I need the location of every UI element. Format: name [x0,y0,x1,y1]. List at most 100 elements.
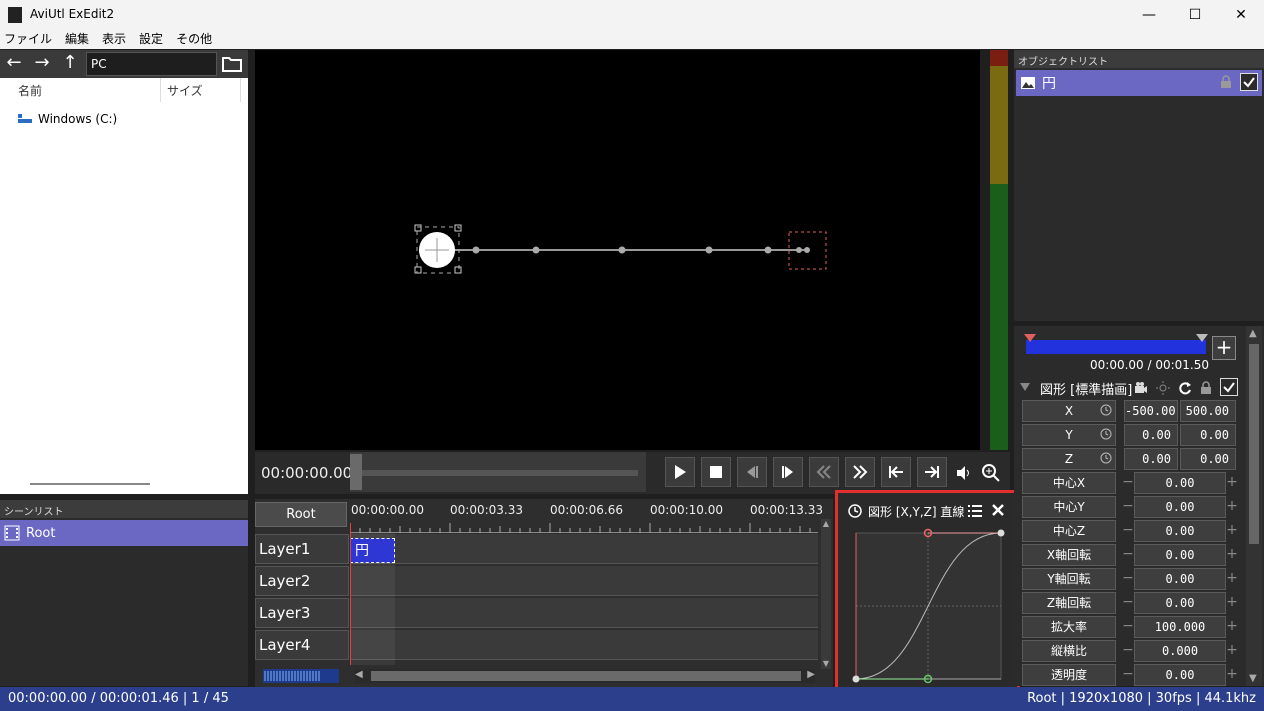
menu-file[interactable]: ファイル [4,30,52,49]
next-frame-button[interactable] [773,457,803,487]
go-to-end-button[interactable] [917,457,947,487]
menu-other[interactable]: その他 [176,30,212,49]
layer-lane-4[interactable] [350,630,818,660]
enable-checkbox[interactable] [1220,378,1238,396]
horizontal-scrollbar[interactable]: ◀ ▶ [355,669,815,683]
prop-z-rotation-label[interactable]: Z軸回転 [1022,592,1116,614]
minus-icon[interactable]: − [1122,472,1134,494]
address-field[interactable]: PC [86,52,217,76]
camera-icon[interactable] [1134,381,1148,395]
lock-icon[interactable] [1220,75,1232,89]
layer-header-2[interactable]: Layer2 [255,566,349,596]
prop-center-y-value[interactable]: 0.00 [1134,496,1226,518]
time-ruler[interactable] [350,523,818,533]
plus-icon[interactable]: + [1226,520,1238,542]
layer-lane-3[interactable] [350,598,818,628]
prop-center-z-value[interactable]: 0.00 [1134,520,1226,542]
minus-icon[interactable]: − [1122,544,1134,566]
plus-icon[interactable]: + [1226,568,1238,590]
light-icon[interactable] [1156,381,1170,395]
prop-z-rotation-value[interactable]: 0.00 [1134,592,1226,614]
chevron-down-icon[interactable] [1020,382,1030,392]
seek-track[interactable] [350,452,646,492]
layer-header-3[interactable]: Layer3 [255,598,349,628]
clock-icon[interactable] [1100,404,1112,416]
prev-frame-button[interactable] [737,457,767,487]
up-arrow-icon[interactable]: ↑ [58,52,82,76]
plus-icon[interactable]: + [1226,472,1238,494]
prop-aspect-value[interactable]: 0.000 [1134,640,1226,662]
loop-icon[interactable] [1178,381,1192,395]
column-header-name[interactable]: 名前 [18,82,42,99]
horizontal-scrollbar[interactable] [30,483,150,485]
minus-icon[interactable]: − [1122,664,1134,686]
vertical-scrollbar[interactable]: ▲ ▼ [821,519,831,669]
prop-center-y-label[interactable]: 中心Y [1022,496,1116,518]
minus-icon[interactable]: − [1122,592,1134,614]
menu-view[interactable]: 表示 [102,30,126,49]
go-to-start-button[interactable] [881,457,911,487]
root-scene-button[interactable]: Root [255,502,347,527]
prop-y-rotation-label[interactable]: Y軸回転 [1022,568,1116,590]
list-item[interactable]: Windows (C:) [18,112,117,126]
layer-lane-1[interactable] [350,534,818,564]
prop-y-start[interactable]: 0.00 [1124,424,1178,446]
minus-icon[interactable]: − [1122,616,1134,638]
prop-x-rotation-value[interactable]: 0.00 [1134,544,1226,566]
prop-center-x-value[interactable]: 0.00 [1134,472,1226,494]
forward-arrow-icon[interactable]: → [30,52,54,76]
clock-icon[interactable] [1100,428,1112,440]
layer-header-4[interactable]: Layer4 [255,630,349,660]
scene-item-root[interactable]: Root [0,520,248,546]
layer-header-1[interactable]: Layer1 [255,534,349,564]
minus-icon[interactable]: − [1122,640,1134,662]
menu-settings[interactable]: 設定 [139,30,163,49]
prop-z-end[interactable]: 0.00 [1180,448,1236,470]
plus-icon[interactable]: + [1226,544,1238,566]
zoom-icon[interactable] [981,463,1001,483]
play-button[interactable] [665,457,695,487]
maximize-button[interactable]: ☐ [1172,0,1218,30]
fast-forward-button[interactable] [845,457,875,487]
prop-z-start[interactable]: 0.00 [1124,448,1178,470]
close-icon[interactable] [992,504,1004,516]
object-list-item[interactable]: 円 [1016,70,1262,96]
plus-icon[interactable]: + [1226,592,1238,614]
seek-handle[interactable] [350,454,362,490]
prop-x-end[interactable]: 500.00 [1180,400,1236,422]
easing-curve[interactable] [850,525,1008,685]
prop-y-end[interactable]: 0.00 [1180,424,1236,446]
rewind-button[interactable] [809,457,839,487]
clock-icon[interactable] [1100,452,1112,464]
close-button[interactable]: ✕ [1218,0,1264,30]
plus-icon[interactable]: + [1226,616,1238,638]
playhead[interactable] [350,523,351,665]
section-range-bar[interactable] [1024,334,1208,354]
stop-button[interactable] [701,457,731,487]
minus-icon[interactable]: − [1122,496,1134,518]
prop-scale-value[interactable]: 100.000 [1134,616,1226,638]
prop-x-start[interactable]: -500.00 [1124,400,1178,422]
prop-center-z-label[interactable]: 中心Z [1022,520,1116,542]
plus-icon[interactable]: + [1226,496,1238,518]
visibility-checkbox[interactable] [1240,73,1258,91]
menu-edit[interactable]: 編集 [65,30,89,49]
list-icon[interactable] [968,505,982,517]
minimize-button[interactable]: — [1126,0,1172,30]
minus-icon[interactable]: − [1122,520,1134,542]
prop-scale-label[interactable]: 拡大率 [1022,616,1116,638]
preview-canvas[interactable] [255,50,980,450]
prop-opacity-value[interactable]: 0.00 [1134,664,1226,686]
plus-icon[interactable]: + [1226,640,1238,662]
prop-aspect-label[interactable]: 縦横比 [1022,640,1116,662]
add-filter-button[interactable]: + [1212,336,1236,360]
plus-icon[interactable]: + [1226,664,1238,686]
folder-icon[interactable] [220,52,244,76]
speaker-icon[interactable] [955,464,973,482]
back-arrow-icon[interactable]: ← [2,52,26,76]
prop-x-rotation-label[interactable]: X軸回転 [1022,544,1116,566]
prop-y-rotation-value[interactable]: 0.00 [1134,568,1226,590]
prop-opacity-label[interactable]: 透明度 [1022,664,1116,686]
lock-icon[interactable] [1200,381,1212,395]
minus-icon[interactable]: − [1122,568,1134,590]
